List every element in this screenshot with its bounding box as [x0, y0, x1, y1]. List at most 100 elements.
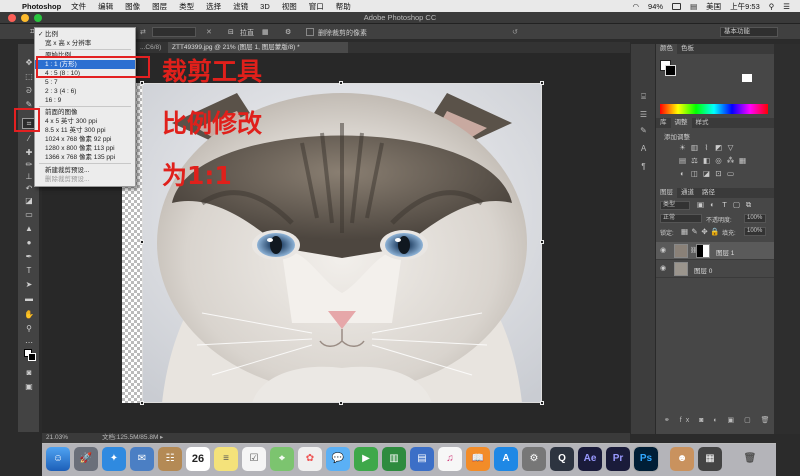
panel-background-swatch[interactable] [665, 65, 676, 76]
app-store-icon[interactable]: A [494, 447, 518, 471]
menu-file[interactable]: 文件 [71, 1, 86, 12]
crop-handle-top[interactable] [339, 81, 343, 85]
straighten-icon[interactable]: ⊟ [228, 28, 234, 36]
layer-filter-kind[interactable]: 类型 [660, 201, 690, 210]
ratio-height-field[interactable] [152, 27, 196, 37]
zoom-tool-icon[interactable]: ⚲ [23, 324, 35, 333]
type-tool-icon[interactable]: T [23, 266, 35, 275]
filter-type-icon[interactable]: T [720, 201, 729, 209]
hue-saturation-icon[interactable]: ▤ [678, 157, 687, 165]
keynote-icon[interactable]: ▤ [410, 447, 434, 471]
tab-adjustments[interactable]: 调整 [670, 118, 692, 128]
safari-icon[interactable]: ✦ [102, 447, 126, 471]
input-flag-icon[interactable]: ▤ [690, 2, 697, 11]
black-white-icon[interactable]: ◧ [702, 157, 711, 165]
preview-icon[interactable]: ☻ [670, 447, 694, 471]
battery-icon[interactable] [672, 2, 682, 10]
blur-tool-icon[interactable]: ▲ [23, 224, 35, 233]
curves-icon[interactable]: ⌇ [702, 144, 711, 152]
path-select-tool-icon[interactable]: ➤ [23, 280, 35, 289]
settings-gear-icon[interactable]: ⚙ [285, 28, 291, 36]
layer-actions-bar[interactable]: ⚭ fx ◙ ◐ ▣ ▢ 🗑 [664, 416, 774, 424]
reset-icon[interactable]: ↺ [512, 28, 518, 36]
tab-color[interactable]: 颜色 [656, 44, 677, 54]
ibooks-icon[interactable]: 📖 [466, 447, 490, 471]
zoom-level[interactable]: 21.03% [46, 433, 68, 443]
paragraph-panel-icon[interactable]: ¶ [638, 162, 649, 171]
threshold-icon[interactable]: ◪ [702, 170, 711, 178]
dodge-tool-icon[interactable]: ● [23, 238, 35, 247]
pen-tool-icon[interactable]: ✒ [23, 252, 35, 261]
menu-window[interactable]: 窗口 [309, 1, 324, 12]
color-spectrum-bar[interactable] [660, 104, 768, 114]
lock-all-icon[interactable]: 🔒 [710, 228, 719, 236]
layer-row[interactable]: ◉ 图层 0 [656, 260, 774, 278]
gradient-map-icon[interactable]: ▭ [726, 170, 735, 178]
menu-select[interactable]: 选择 [206, 1, 221, 12]
blend-mode-select[interactable]: 正常 [660, 214, 702, 223]
photo-filter-icon[interactable]: ◎ [714, 157, 723, 165]
invert-icon[interactable]: ◐ [678, 170, 687, 178]
workspace-select[interactable]: 基本功能 [720, 27, 778, 37]
layer-mask-thumbnail[interactable] [696, 244, 710, 258]
menu-layer[interactable]: 图层 [152, 1, 167, 12]
menu-item-16-9[interactable]: 16 : 9 [35, 96, 135, 105]
eye-icon[interactable]: ◉ [660, 247, 668, 254]
app-name-menu[interactable]: Photoshop [22, 2, 61, 11]
filter-pixel-icon[interactable]: ▣ [696, 201, 705, 209]
facetime-icon[interactable]: ▶ [354, 447, 378, 471]
eraser-tool-icon[interactable]: ◪ [23, 196, 35, 205]
status-arrow-icon[interactable]: ▸ [160, 433, 163, 443]
finder-window-icon[interactable]: ▦ [698, 447, 722, 471]
launchpad-icon[interactable]: 🚀 [74, 447, 98, 471]
menu-item-1366x768[interactable]: 1366 x 768 像素 135 ppi [35, 153, 135, 162]
finder-icon[interactable]: ☺ [46, 447, 70, 471]
gradient-tool-icon[interactable]: ▭ [23, 210, 35, 219]
history-panel-icon[interactable]: ⌸ [638, 92, 649, 101]
menu-item-2-3[interactable]: 2 : 3 (4 : 6) [35, 87, 135, 96]
mail-icon[interactable]: ✉ [130, 447, 154, 471]
menu-item-new-crop-preset[interactable]: 新建裁剪预设... [35, 166, 135, 175]
menu-item-front-image[interactable]: 前面的图像 [35, 108, 135, 117]
lock-transparent-icon[interactable]: ▦ [680, 228, 689, 236]
eye-icon[interactable]: ◉ [660, 265, 668, 272]
character-panel-icon[interactable]: A [638, 144, 649, 153]
color-balance-icon[interactable]: ⚖ [690, 157, 699, 165]
tab-libraries[interactable]: 库 [656, 119, 671, 126]
menu-item-1024x768[interactable]: 1024 x 768 像素 92 ppi [35, 135, 135, 144]
layer-row[interactable]: ◉ ⛓ 图层 1 [656, 242, 774, 260]
lock-position-icon[interactable]: ✥ [700, 228, 709, 236]
trash-icon[interactable]: 🗑 [738, 447, 762, 471]
filter-smart-icon[interactable]: ⧉ [744, 201, 753, 209]
menu-item-4x5-inch[interactable]: 4 x 5 英寸 300 ppi [35, 117, 135, 126]
delete-cropped-label[interactable]: 删除裁剪的像素 [318, 28, 367, 38]
menu-item-8-5x11-inch[interactable]: 8.5 x 11 英寸 300 ppi [35, 126, 135, 135]
tab-layers[interactable]: 图层 [656, 188, 677, 198]
clear-icon[interactable]: ✕ [206, 28, 212, 36]
clock[interactable]: 上午9:53 [730, 1, 760, 12]
brush-panel-icon[interactable]: ✎ [638, 126, 649, 135]
menu-type[interactable]: 类型 [179, 1, 194, 12]
tab-swatches[interactable]: 色板 [677, 45, 698, 52]
tab-styles[interactable]: 样式 [692, 119, 713, 126]
itunes-icon[interactable]: ♫ [438, 447, 462, 471]
menu-image[interactable]: 图像 [125, 1, 140, 12]
swap-icon[interactable]: ⇄ [140, 28, 146, 36]
document-size[interactable]: 文档:125.5M/85.8M [102, 433, 158, 443]
premiere-icon[interactable]: Pr [606, 447, 630, 471]
lock-image-icon[interactable]: ✎ [690, 228, 699, 236]
filter-adjustment-icon[interactable]: ◐ [708, 201, 717, 209]
more-tools-icon[interactable]: ⋯ [23, 338, 35, 347]
battery-percent[interactable]: 94% [648, 2, 663, 11]
wifi-icon[interactable]: ◠ [633, 2, 640, 11]
menu-3d[interactable]: 3D [260, 2, 270, 11]
shape-tool-icon[interactable]: ▬ [23, 294, 35, 303]
photos-icon[interactable]: ✿ [298, 447, 322, 471]
levels-icon[interactable]: ▥ [690, 144, 699, 152]
color-preview-swatch[interactable] [742, 74, 752, 82]
crop-handle-bottom-right[interactable] [540, 401, 544, 405]
quick-mask-icon[interactable]: ◙ [23, 368, 35, 377]
menu-item-5-7[interactable]: 5 : 7 [35, 78, 135, 87]
layer-name[interactable]: 图层 1 [716, 247, 734, 257]
vibrance-icon[interactable]: ▽ [726, 144, 735, 152]
